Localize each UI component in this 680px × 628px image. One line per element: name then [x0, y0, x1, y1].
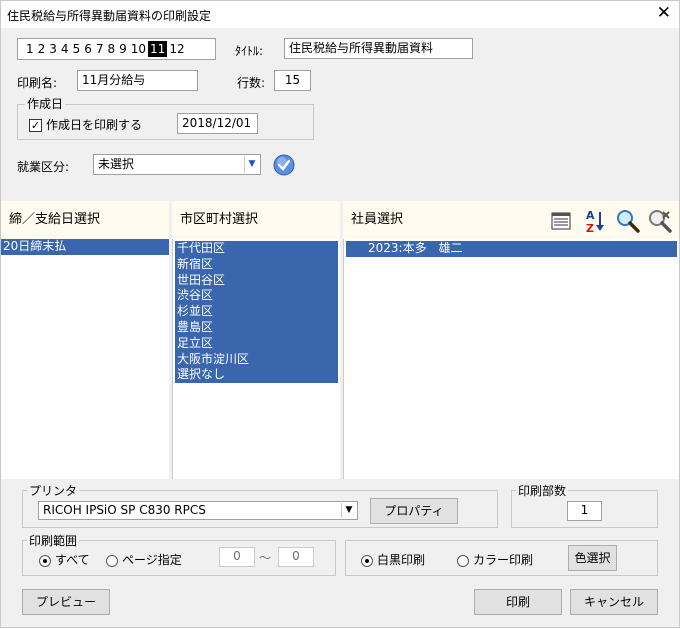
employee-panel-title: 社員選択 — [351, 212, 404, 227]
mono-print-radio[interactable]: 白黒印刷 — [361, 551, 425, 568]
list-item[interactable]: 2023:本多 雄二 — [346, 241, 677, 257]
tab-7[interactable]: 7 — [94, 41, 106, 57]
sort-az-icon[interactable]: AZ — [582, 208, 608, 234]
tab-2[interactable]: 2 — [36, 41, 48, 57]
chevron-down-icon[interactable]: ▼ — [244, 156, 259, 173]
tab-11[interactable]: 11 — [148, 41, 168, 57]
creation-date-input[interactable]: 2018/12/01 — [177, 113, 258, 134]
tab-3[interactable]: 3 — [47, 41, 59, 57]
employee-list: 2023:本多 雄二 — [343, 239, 679, 479]
list-item[interactable]: 20日締末払 — [1, 239, 169, 255]
title-input[interactable]: 住民税給与所得異動届資料 — [284, 38, 473, 59]
radio-off-icon — [106, 554, 118, 567]
print-button[interactable]: 印刷 — [474, 589, 562, 615]
close-icon[interactable]: ✕ — [657, 4, 671, 22]
employment-select[interactable]: 未選択 ▼ — [93, 154, 261, 175]
cancel-button[interactable]: キャンセル — [570, 589, 658, 615]
employment-value: 未選択 — [98, 157, 135, 171]
title-bar: 住民税給与所得異動届資料の印刷設定 ✕ — [1, 1, 679, 28]
dialog-window: 住民税給与所得異動届資料の印刷設定 ✕ 1 2 3 4 5 6 7 8 9 10… — [0, 0, 680, 628]
range-tilde: ～ — [259, 551, 272, 565]
list-item[interactable]: 足立区 — [175, 335, 338, 352]
radio-on-icon — [361, 554, 373, 567]
range-all-label: すべて — [55, 553, 90, 567]
radio-off-icon — [457, 554, 469, 567]
search-icon[interactable] — [615, 208, 641, 234]
copies-group-label: 印刷部数 — [516, 484, 569, 498]
city-panel-header: 市区町村選択 — [172, 201, 340, 239]
tab-10[interactable]: 10 — [129, 41, 148, 57]
printer-value: RICOH IPSiO SP C830 RPCS — [43, 503, 206, 517]
tab-6[interactable]: 6 — [82, 41, 94, 57]
check-circle-icon[interactable] — [271, 152, 297, 178]
clear-search-icon[interactable] — [647, 208, 673, 234]
list-item[interactable]: 世田谷区 — [175, 272, 338, 289]
range-from-input[interactable]: 0 — [219, 547, 255, 567]
svg-text:A: A — [586, 209, 595, 222]
closing-list: 20日締末払 — [1, 239, 169, 479]
svg-text:Z: Z — [586, 222, 594, 234]
printer-group-label: プリンタ — [27, 484, 80, 498]
closing-panel-title: 締／支給日選択 — [9, 212, 101, 227]
print-date-checkbox-label: 作成日を印刷する — [46, 118, 143, 132]
preview-button[interactable]: プレビュー — [22, 589, 110, 615]
city-panel-title: 市区町村選択 — [180, 212, 259, 227]
range-page-radio[interactable]: ページ指定 — [106, 551, 182, 568]
range-to-input[interactable]: 0 — [278, 547, 314, 567]
printer-select[interactable]: RICOH IPSiO SP C830 RPCS ▼ — [38, 501, 358, 520]
print-name-label: 印刷名: — [17, 76, 58, 90]
line-count-label: 行数: — [237, 76, 266, 90]
print-range-group-label: 印刷範囲 — [27, 534, 80, 548]
color-print-radio[interactable]: カラー印刷 — [457, 551, 533, 568]
tab-5[interactable]: 5 — [71, 41, 83, 57]
properties-button[interactable]: プロパティ — [370, 498, 458, 524]
creation-date-group-label: 作成日 — [25, 97, 66, 111]
closing-panel-header: 締／支給日選択 — [1, 201, 169, 239]
month-tabs: 1 2 3 4 5 6 7 8 9 10 11 12 — [17, 38, 216, 60]
range-all-radio[interactable]: すべて — [39, 551, 90, 568]
tab-4[interactable]: 4 — [59, 41, 71, 57]
mono-print-label: 白黒印刷 — [377, 553, 426, 567]
print-date-checkbox[interactable]: ✓ 作成日を印刷する — [29, 116, 142, 133]
range-page-label: ページ指定 — [122, 553, 182, 567]
list-item[interactable]: 渋谷区 — [175, 288, 338, 305]
list-item[interactable]: 選択なし — [175, 367, 338, 384]
list-view-icon[interactable] — [548, 208, 574, 234]
checkbox-check-icon: ✓ — [29, 119, 42, 132]
window-title: 住民税給与所得異動届資料の印刷設定 — [7, 9, 212, 23]
tab-8[interactable]: 8 — [105, 41, 117, 57]
city-list: 千代田区 新宿区 世田谷区 渋谷区 杉並区 豊島区 足立区 大阪市淀川区 選択な… — [172, 239, 340, 479]
title-label: ﾀｲﾄﾙ: — [235, 44, 264, 58]
line-count-input[interactable]: 15 — [274, 70, 311, 91]
list-item[interactable]: 杉並区 — [175, 304, 338, 320]
chevron-down-icon[interactable]: ▼ — [341, 503, 356, 518]
employment-label: 就業区分: — [17, 160, 70, 174]
list-item[interactable]: 千代田区 — [175, 241, 338, 257]
copies-input[interactable]: 1 — [567, 501, 602, 521]
select-color-button[interactable]: 色選択 — [568, 545, 617, 571]
list-item[interactable]: 豊島区 — [175, 319, 338, 336]
radio-on-icon — [39, 554, 51, 567]
tab-12[interactable]: 12 — [167, 41, 186, 57]
list-item[interactable]: 新宿区 — [175, 256, 338, 273]
tab-1[interactable]: 1 — [24, 41, 36, 57]
list-item[interactable]: 大阪市淀川区 — [175, 351, 338, 368]
tab-9[interactable]: 9 — [117, 41, 129, 57]
print-name-input[interactable]: 11月分給与 — [77, 70, 198, 91]
color-print-label: カラー印刷 — [473, 553, 534, 567]
